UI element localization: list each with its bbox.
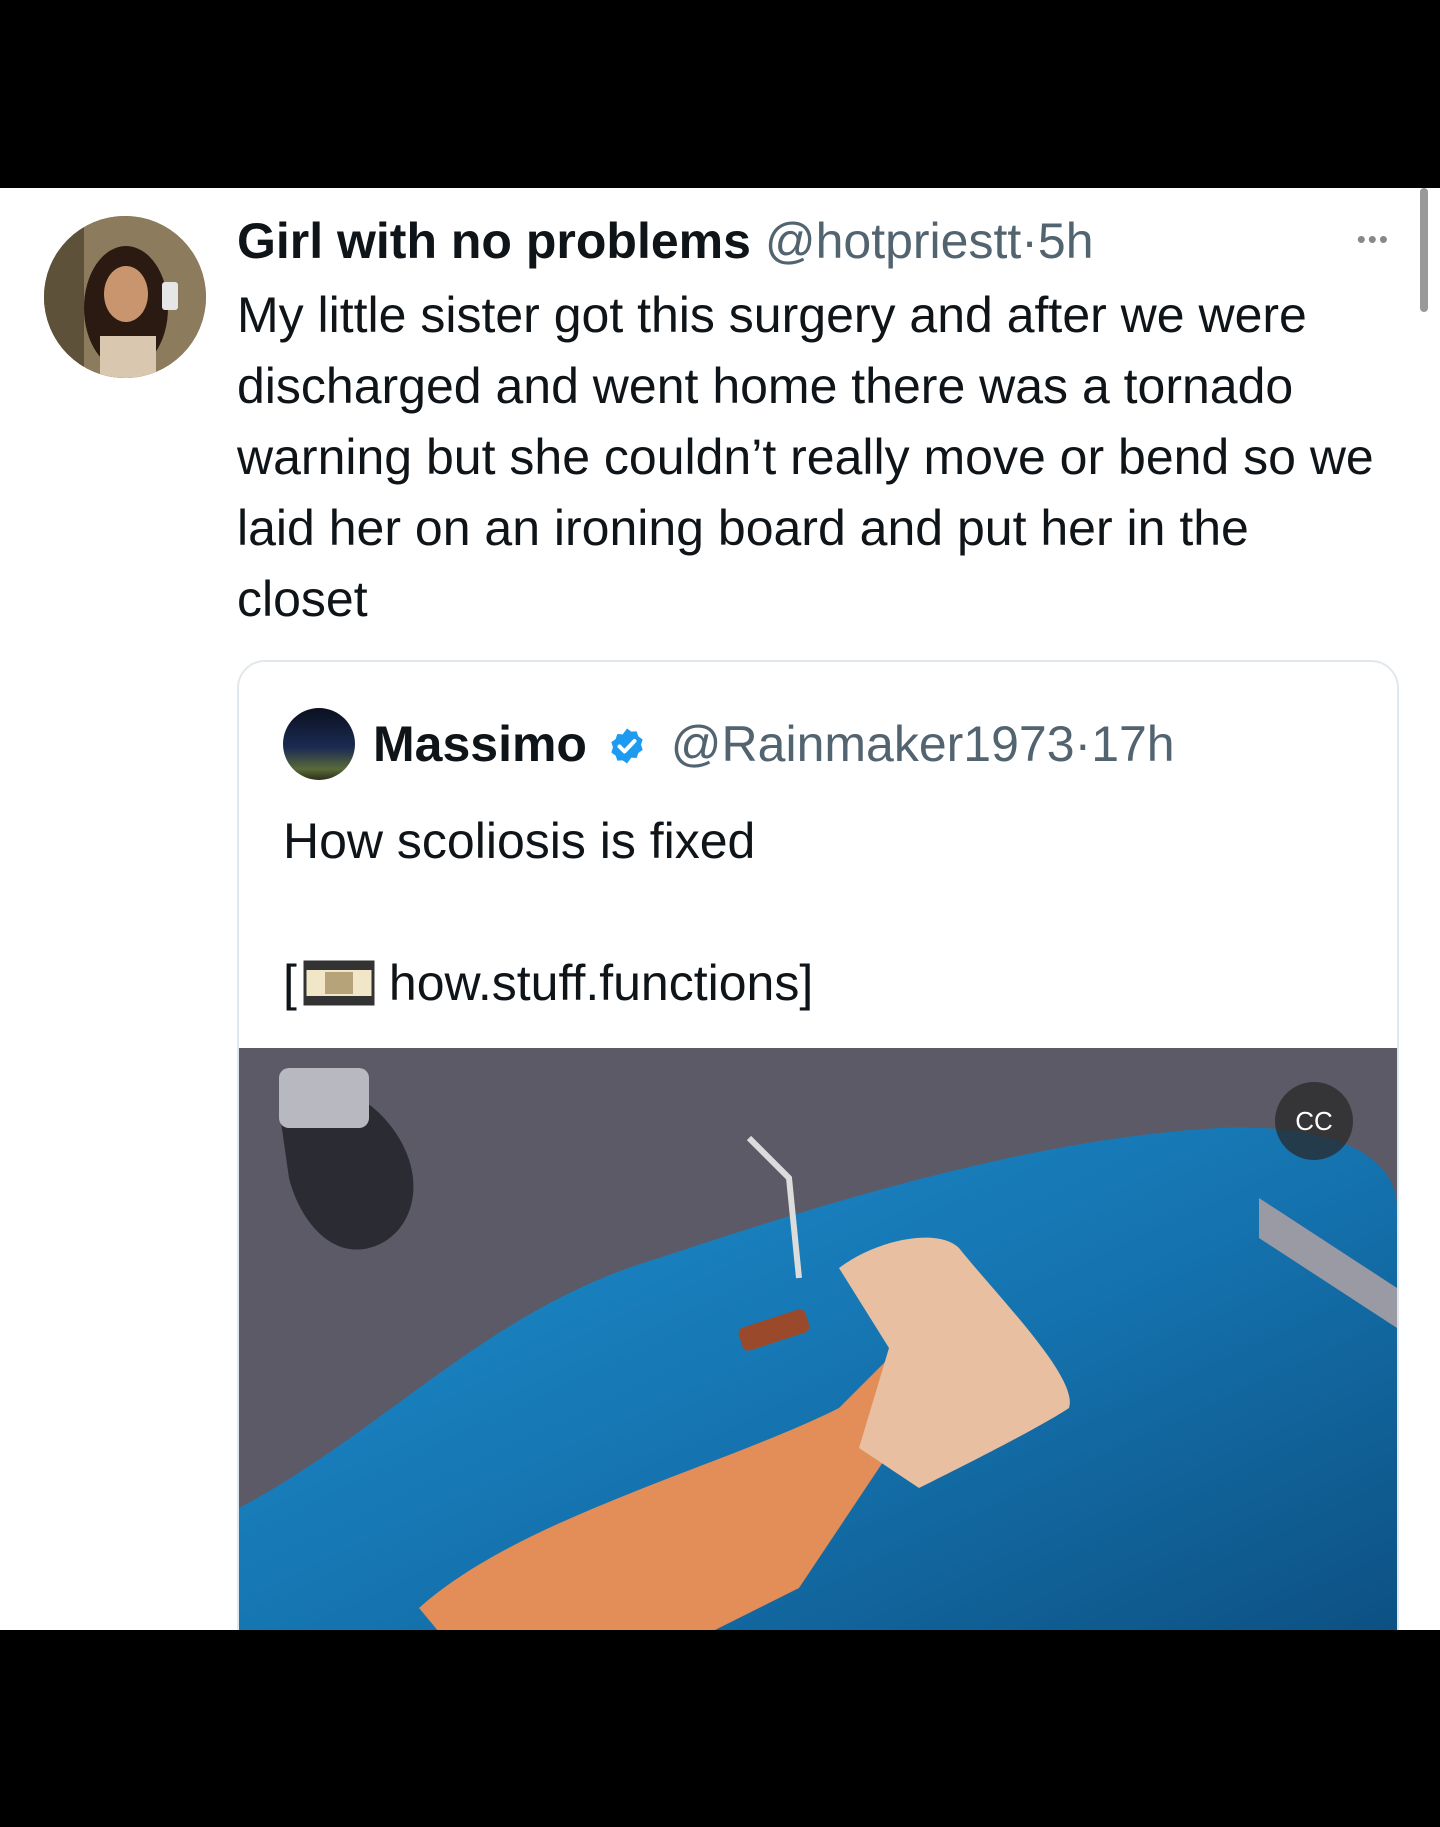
quoted-separator-dot: · [1074, 716, 1092, 772]
separator-dot: · [1021, 213, 1038, 269]
tweet-time[interactable]: 5h [1038, 213, 1094, 269]
quoted-tweet-card[interactable]: Massimo @Rainmaker1973·17h How scoliosis… [237, 660, 1399, 1630]
link-open-bracket: [ [283, 955, 297, 1011]
captions-off-icon[interactable]: CC [1275, 1082, 1353, 1160]
tweet-text: My little sister got this surgery and af… [237, 287, 1374, 627]
quoted-tweet-text: How scoliosis is fixed [283, 813, 756, 869]
more-icon[interactable]: ••• [1357, 224, 1390, 255]
verified-badge-icon [611, 728, 643, 764]
surgery-animation-frame [239, 1048, 1397, 1630]
author-handle[interactable]: @hotpriestt [765, 213, 1021, 269]
video-thumbnail[interactable]: CC [239, 1048, 1397, 1630]
avatar-photo [44, 216, 206, 378]
quoted-link-text[interactable]: how.stuff.functions] [389, 955, 813, 1011]
tweet-header: Girl with no problems @hotpriestt·5h [237, 210, 1094, 272]
scrollbar[interactable] [1420, 188, 1428, 312]
tweet-screen: ••• Girl with no problems @hotpriestt·5h… [0, 188, 1440, 1630]
author-name[interactable]: Girl with no problems [237, 213, 751, 269]
quoted-link-line: [ how.stuff.functions] [283, 948, 813, 1018]
quoted-author-name[interactable]: Massimo [373, 716, 587, 772]
film-strip-icon [303, 960, 375, 1006]
author-avatar[interactable] [44, 216, 206, 378]
quoted-author-handle[interactable]: @Rainmaker1973 [671, 716, 1075, 772]
quoted-tweet-header: Massimo @Rainmaker1973·17h [373, 708, 1175, 780]
quoted-tweet-time[interactable]: 17h [1091, 716, 1174, 772]
quoted-author-avatar[interactable] [283, 708, 355, 780]
